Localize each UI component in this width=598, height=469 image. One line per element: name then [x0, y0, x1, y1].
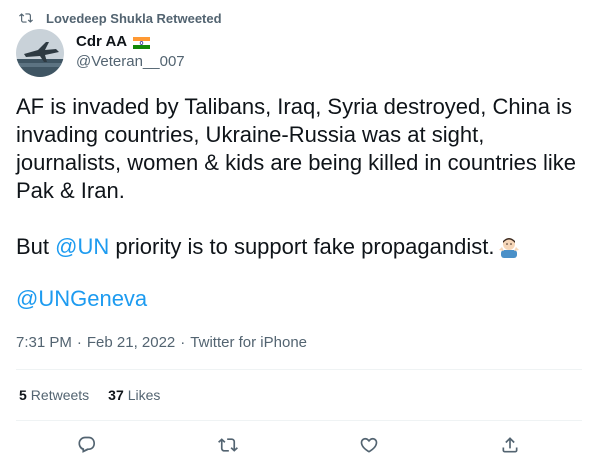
mention-link-un[interactable]: @UN [55, 234, 109, 259]
india-flag-icon [133, 36, 151, 49]
author-name-row[interactable]: Cdr AA [76, 33, 151, 50]
retweets-label: Retweets [30, 387, 90, 403]
retweeted-by-label: Lovedeep Shukla Retweeted [46, 10, 222, 26]
tweet-actions [16, 430, 582, 460]
social-context[interactable]: Lovedeep Shukla Retweeted [19, 9, 222, 27]
likes-count: 37 [108, 387, 124, 403]
author-handle[interactable]: @Veteran__007 [76, 53, 185, 70]
divider [16, 420, 582, 421]
tweet-text: AF is invaded by Talibans, Iraq, Syria d… [16, 93, 582, 313]
tweet-stats: 5 Retweets 37 Likes [19, 387, 179, 403]
retweets-count: 5 [19, 387, 27, 403]
author-display-name[interactable]: Cdr AA [76, 33, 127, 50]
tweet-text-segment: But [16, 234, 56, 259]
like-button[interactable] [358, 434, 380, 456]
fighter-jet-avatar [16, 29, 64, 77]
meta-separator: · [180, 334, 186, 351]
likes-label: Likes [127, 387, 161, 403]
like-icon [360, 437, 378, 453]
tweet-text-segment: priority is to support fake propagandist… [109, 234, 495, 259]
avatar[interactable] [16, 29, 64, 77]
tweet-date[interactable]: Feb 21, 2022 [87, 334, 175, 351]
likes-stat[interactable]: 37 Likes [108, 387, 160, 403]
tweet-time[interactable]: 7:31 PM [16, 334, 72, 351]
mention-link-ungeneva[interactable]: @UNGeneva [16, 286, 147, 311]
reply-icon [78, 436, 96, 453]
retweet-icon [218, 438, 238, 452]
tweet-source[interactable]: Twitter for iPhone [190, 334, 307, 351]
reply-button[interactable] [76, 434, 98, 456]
tweet-paragraph-3: @UNGeneva [16, 285, 582, 313]
tweet-meta: 7:31 PM · Feb 21, 2022 · Twitter for iPh… [16, 334, 307, 351]
meta-separator: · [76, 334, 82, 351]
divider [16, 369, 582, 370]
tweet-paragraph-2: But @UN priority is to support fake prop… [16, 233, 582, 261]
share-icon [502, 437, 518, 453]
share-button[interactable] [499, 434, 521, 456]
tweet-paragraph-1: AF is invaded by Talibans, Iraq, Syria d… [16, 94, 577, 203]
person-shrugging-emoji [498, 236, 520, 258]
retweet-icon [19, 13, 33, 23]
retweet-button[interactable] [217, 434, 239, 456]
retweets-stat[interactable]: 5 Retweets [19, 387, 89, 403]
